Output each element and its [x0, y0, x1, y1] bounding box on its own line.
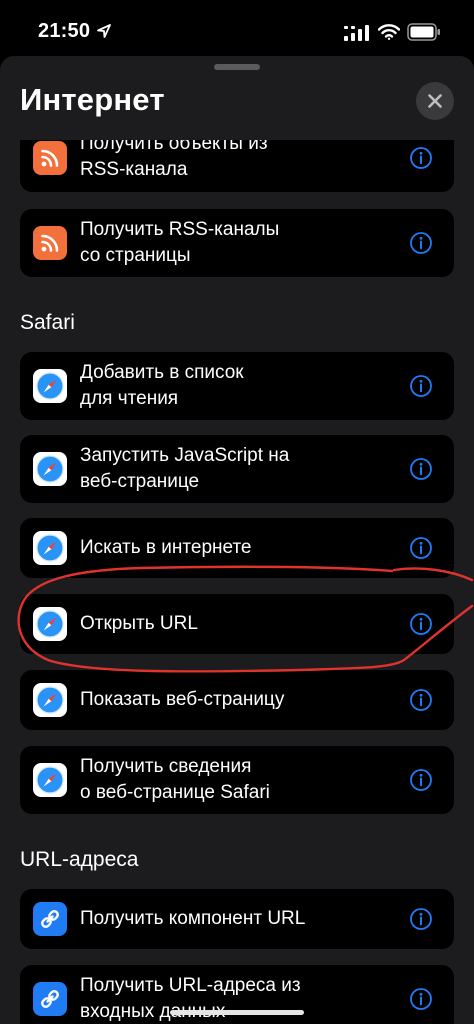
info-icon[interactable] — [409, 987, 433, 1011]
action-label: Добавить в список для чтения — [80, 362, 244, 409]
status-bar: 21:50 — [0, 0, 474, 56]
action-label: Искать в интернете — [80, 537, 252, 558]
location-arrow-icon — [97, 24, 111, 38]
action-row-add-reading-list[interactable]: Добавить в список для чтения — [20, 352, 454, 420]
actions-sheet: Интернет Получить объекты из RSS-канала … — [0, 56, 474, 1024]
link-icon — [33, 902, 67, 936]
info-icon[interactable] — [409, 536, 433, 560]
action-label: Получить сведения о веб-странице Safari — [80, 756, 270, 803]
action-row-get-rss-items[interactable]: Получить объекты из RSS-канала — [20, 140, 454, 192]
info-icon[interactable] — [409, 231, 433, 255]
action-row-get-url-component[interactable]: Получить компонент URL — [20, 889, 454, 949]
rss-icon — [33, 141, 67, 175]
action-row-get-rss-feeds[interactable]: Получить RSS-каналы со страницы — [20, 209, 454, 277]
safari-compass-icon — [33, 763, 67, 797]
info-icon[interactable] — [409, 907, 433, 931]
info-icon[interactable] — [409, 768, 433, 792]
action-row-safari-details[interactable]: Получить сведения о веб-странице Safari — [20, 746, 454, 814]
action-label: Открыть URL — [80, 613, 198, 634]
wifi-icon — [378, 24, 400, 40]
safari-compass-icon — [33, 607, 67, 641]
info-icon[interactable] — [409, 688, 433, 712]
safari-compass-icon — [33, 452, 67, 486]
action-row-search-web[interactable]: Искать в интернете — [20, 518, 454, 578]
info-icon[interactable] — [409, 457, 433, 481]
close-icon — [428, 94, 442, 108]
safari-compass-icon — [33, 531, 67, 565]
action-row-run-javascript[interactable]: Запустить JavaScript на веб-странице — [20, 435, 454, 503]
action-label: Получить объекты из RSS-канала — [80, 140, 268, 180]
rss-icon — [33, 226, 67, 260]
info-icon[interactable] — [409, 146, 433, 170]
safari-compass-icon — [33, 683, 67, 717]
action-row-get-urls-from-input[interactable]: Получить URL-адреса из входных данных — [20, 965, 454, 1024]
safari-compass-icon — [33, 369, 67, 403]
cellular-signal-icon — [344, 25, 369, 41]
action-row-open-url[interactable]: Открыть URL — [20, 594, 454, 654]
action-row-show-webpage[interactable]: Показать веб-страницу — [20, 670, 454, 730]
sheet-title: Интернет — [20, 82, 165, 117]
action-label: Показать веб-страницу — [80, 689, 285, 710]
section-header-urls: URL-адреса — [20, 848, 139, 871]
battery-icon — [407, 23, 440, 41]
action-label: Получить URL-адреса из входных данных — [80, 975, 301, 1022]
info-icon[interactable] — [409, 612, 433, 636]
status-time: 21:50 — [38, 20, 91, 42]
actions-list[interactable]: Получить объекты из RSS-канала Получить … — [0, 140, 474, 1024]
section-header-safari: Safari — [20, 311, 75, 334]
sheet-grabber[interactable] — [214, 64, 260, 70]
action-label: Запустить JavaScript на веб-странице — [80, 445, 290, 492]
action-label: Получить RSS-каналы со страницы — [80, 219, 280, 266]
action-label: Получить компонент URL — [80, 908, 306, 929]
link-icon — [33, 982, 67, 1016]
close-button[interactable] — [416, 82, 454, 120]
home-indicator[interactable] — [170, 1010, 304, 1015]
info-icon[interactable] — [409, 374, 433, 398]
